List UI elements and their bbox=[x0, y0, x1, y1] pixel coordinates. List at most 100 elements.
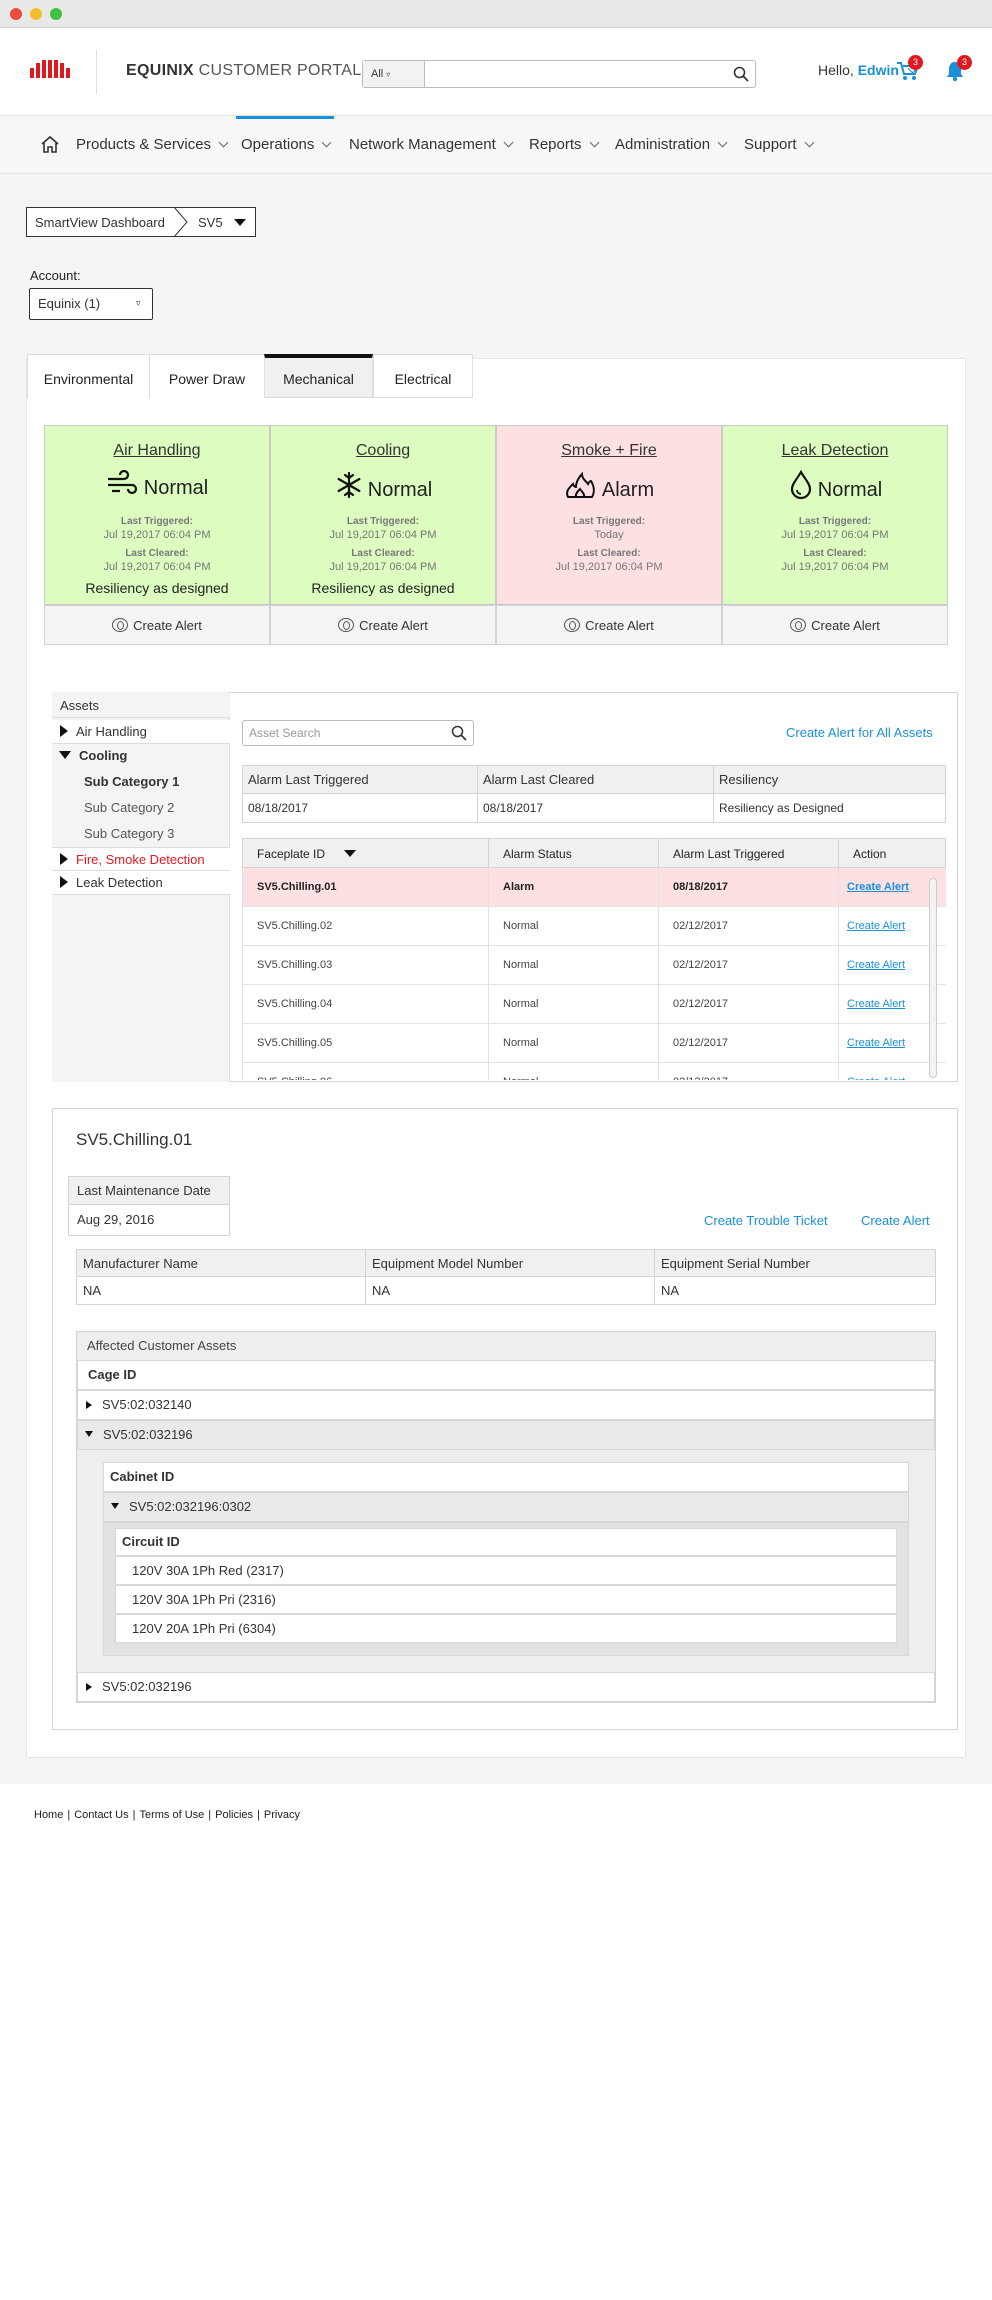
tree-item-fire-smoke[interactable]: Fire, Smoke Detection bbox=[52, 847, 230, 871]
chevron-down-icon bbox=[717, 137, 728, 148]
card-title[interactable]: Smoke + Fire bbox=[497, 442, 721, 460]
maximize-window-button[interactable] bbox=[50, 8, 62, 20]
equipment-value: NA bbox=[366, 1277, 655, 1305]
table-cell: SV5.Chilling.05 bbox=[243, 1024, 489, 1062]
footer-links: Home | Contact Us | Terms of Use | Policies | Pr… bbox=[34, 1809, 300, 1821]
table-row[interactable]: SV5.Chilling.03 Normal 02/12/2017 Create Al… bbox=[242, 946, 946, 985]
window-titlebar bbox=[0, 0, 992, 28]
last-triggered-value: Today bbox=[594, 529, 624, 541]
table-cell: SV5.Chilling.01 bbox=[243, 868, 489, 906]
card-title[interactable]: Leak Detection bbox=[723, 442, 947, 460]
table-cell: SV5.Chilling.06 bbox=[243, 1063, 489, 1080]
column-faceplate-id[interactable]: Faceplate ID bbox=[243, 839, 489, 869]
tab-electrical[interactable]: Electrical bbox=[373, 354, 473, 398]
create-alert-button[interactable]: Create Alert bbox=[496, 605, 722, 645]
last-cleared-label: Last Cleared: bbox=[351, 548, 415, 559]
affected-assets-title: Affected Customer Assets bbox=[87, 1338, 237, 1353]
account-select[interactable]: Equinix (1) ▿ bbox=[29, 288, 153, 320]
alarm-icon bbox=[790, 618, 807, 632]
search-scope-dropdown[interactable]: All ▿ bbox=[363, 61, 425, 87]
summary-header: Alarm Last Triggered bbox=[243, 766, 478, 794]
create-alert-all-assets-link[interactable]: Create Alert for All Assets bbox=[786, 725, 933, 740]
nav-administration[interactable]: Administration bbox=[615, 136, 728, 153]
chevron-down-icon bbox=[218, 137, 229, 148]
nav-network-management[interactable]: Network Management bbox=[349, 136, 514, 153]
breadcrumb-root[interactable]: SmartView Dashboard bbox=[35, 215, 165, 230]
circuit-row[interactable]: 120V 30A 1Ph Pri (2316) bbox=[115, 1585, 897, 1614]
cabinet-row-expanded[interactable]: SV5:02:032196:0302 bbox=[103, 1492, 909, 1522]
sort-down-icon[interactable] bbox=[344, 850, 357, 857]
minimize-window-button[interactable] bbox=[30, 8, 42, 20]
circuit-row[interactable]: 120V 20A 1Ph Pri (6304) bbox=[115, 1614, 897, 1643]
expand-arrow-icon bbox=[60, 876, 68, 888]
table-header: Faceplate ID Alarm Status Alarm Last Tri… bbox=[242, 838, 946, 869]
breadcrumb-current[interactable]: SV5 bbox=[198, 215, 223, 230]
tree-item-air-handling[interactable]: Air Handling bbox=[52, 720, 230, 744]
create-alert-button[interactable]: Create Alert bbox=[44, 605, 270, 645]
table-cell: Alarm bbox=[489, 868, 659, 906]
create-alert-button[interactable]: Create Alert bbox=[270, 605, 496, 645]
footer-link-contact[interactable]: Contact Us bbox=[74, 1809, 128, 1821]
tree-item-leak-detection[interactable]: Leak Detection bbox=[52, 871, 230, 895]
tab-mechanical[interactable]: Mechanical bbox=[264, 354, 373, 398]
chevron-down-icon bbox=[804, 137, 814, 148]
chevron-down-icon bbox=[589, 137, 599, 148]
tree-item-cooling[interactable]: Cooling bbox=[52, 744, 230, 768]
close-window-button[interactable] bbox=[10, 8, 22, 20]
main-nav: Products & Services Operations Network M… bbox=[0, 116, 992, 174]
home-icon[interactable] bbox=[40, 135, 60, 154]
card-title[interactable]: Cooling bbox=[271, 442, 495, 460]
create-alert-link[interactable]: Create Alert bbox=[861, 1213, 930, 1228]
footer-link-terms[interactable]: Terms of Use bbox=[139, 1809, 204, 1821]
cage-row[interactable]: SV5:02:032140 bbox=[77, 1390, 935, 1420]
last-triggered-value: Jul 19,2017 06:04 PM bbox=[329, 529, 437, 541]
asset-search-input[interactable]: Asset Search bbox=[242, 720, 474, 746]
table-row[interactable]: SV5.Chilling.02 Normal 02/12/2017 Create Al… bbox=[242, 907, 946, 946]
chevron-down-icon bbox=[321, 137, 332, 148]
create-trouble-ticket-link[interactable]: Create Trouble Ticket bbox=[704, 1213, 828, 1228]
collapse-arrow-icon bbox=[59, 751, 71, 759]
cage-id-header: Cage ID bbox=[77, 1360, 935, 1390]
tab-environmental[interactable]: Environmental bbox=[27, 354, 149, 398]
table-cell: 02/12/2017 bbox=[659, 907, 839, 945]
tree-item-sub-category-3[interactable]: Sub Category 3 bbox=[52, 822, 230, 846]
collapse-arrow-icon bbox=[85, 1431, 93, 1437]
nav-active-indicator bbox=[236, 116, 334, 119]
nav-products-services[interactable]: Products & Services bbox=[76, 136, 229, 153]
table-cell: Normal bbox=[489, 1024, 659, 1062]
table-row[interactable]: SV5.Chilling.01 Alarm 08/18/2017 Create Ale… bbox=[242, 868, 946, 907]
column-alarm-last-triggered[interactable]: Alarm Last Triggered bbox=[659, 839, 839, 869]
cage-row[interactable]: SV5:02:032196 bbox=[77, 1672, 935, 1702]
search-icon[interactable] bbox=[451, 725, 467, 741]
footer-link-privacy[interactable]: Privacy bbox=[264, 1809, 300, 1821]
summary-header: Resiliency bbox=[714, 766, 945, 794]
search-input[interactable] bbox=[425, 61, 725, 87]
card-title[interactable]: Air Handling bbox=[45, 442, 269, 460]
table-scrollbar[interactable] bbox=[929, 878, 937, 1078]
affected-customer-assets: Affected Customer Assets Cage ID SV5:02:… bbox=[76, 1331, 936, 1703]
caret-down-icon[interactable] bbox=[234, 219, 246, 226]
equipment-header: Equipment Model Number bbox=[366, 1250, 655, 1277]
tree-item-sub-category-1[interactable]: Sub Category 1 bbox=[52, 770, 230, 794]
create-alert-button[interactable]: Create Alert bbox=[722, 605, 948, 645]
footer-link-home[interactable]: Home bbox=[34, 1809, 63, 1821]
footer-link-policies[interactable]: Policies bbox=[215, 1809, 253, 1821]
collapse-arrow-icon bbox=[111, 1503, 119, 1509]
cage-row-expanded[interactable]: SV5:02:032196 bbox=[77, 1420, 935, 1450]
nav-support[interactable]: Support bbox=[744, 136, 814, 153]
column-alarm-status[interactable]: Alarm Status bbox=[489, 839, 659, 869]
tab-power-draw[interactable]: Power Draw bbox=[149, 354, 265, 398]
search-icon[interactable] bbox=[733, 66, 749, 82]
breadcrumb-separator bbox=[173, 207, 188, 237]
nav-reports[interactable]: Reports bbox=[529, 136, 599, 153]
table-cell: SV5.Chilling.03 bbox=[243, 946, 489, 984]
table-row[interactable]: SV5.Chilling.05 Normal 02/12/2017 Create Al… bbox=[242, 1024, 946, 1063]
nav-operations[interactable]: Operations bbox=[241, 136, 332, 153]
card-state: Normal bbox=[271, 470, 495, 502]
tree-item-sub-category-2[interactable]: Sub Category 2 bbox=[52, 796, 230, 820]
table-row[interactable]: SV5.Chilling.06Normal02/12/2017Create Al… bbox=[242, 1063, 946, 1080]
equinix-logo-icon[interactable] bbox=[28, 58, 76, 86]
circuit-row[interactable]: 120V 30A 1Ph Red (2317) bbox=[115, 1556, 897, 1585]
alarm-icon bbox=[112, 618, 129, 632]
table-row[interactable]: SV5.Chilling.04 Normal 02/12/2017 Create Al… bbox=[242, 985, 946, 1024]
